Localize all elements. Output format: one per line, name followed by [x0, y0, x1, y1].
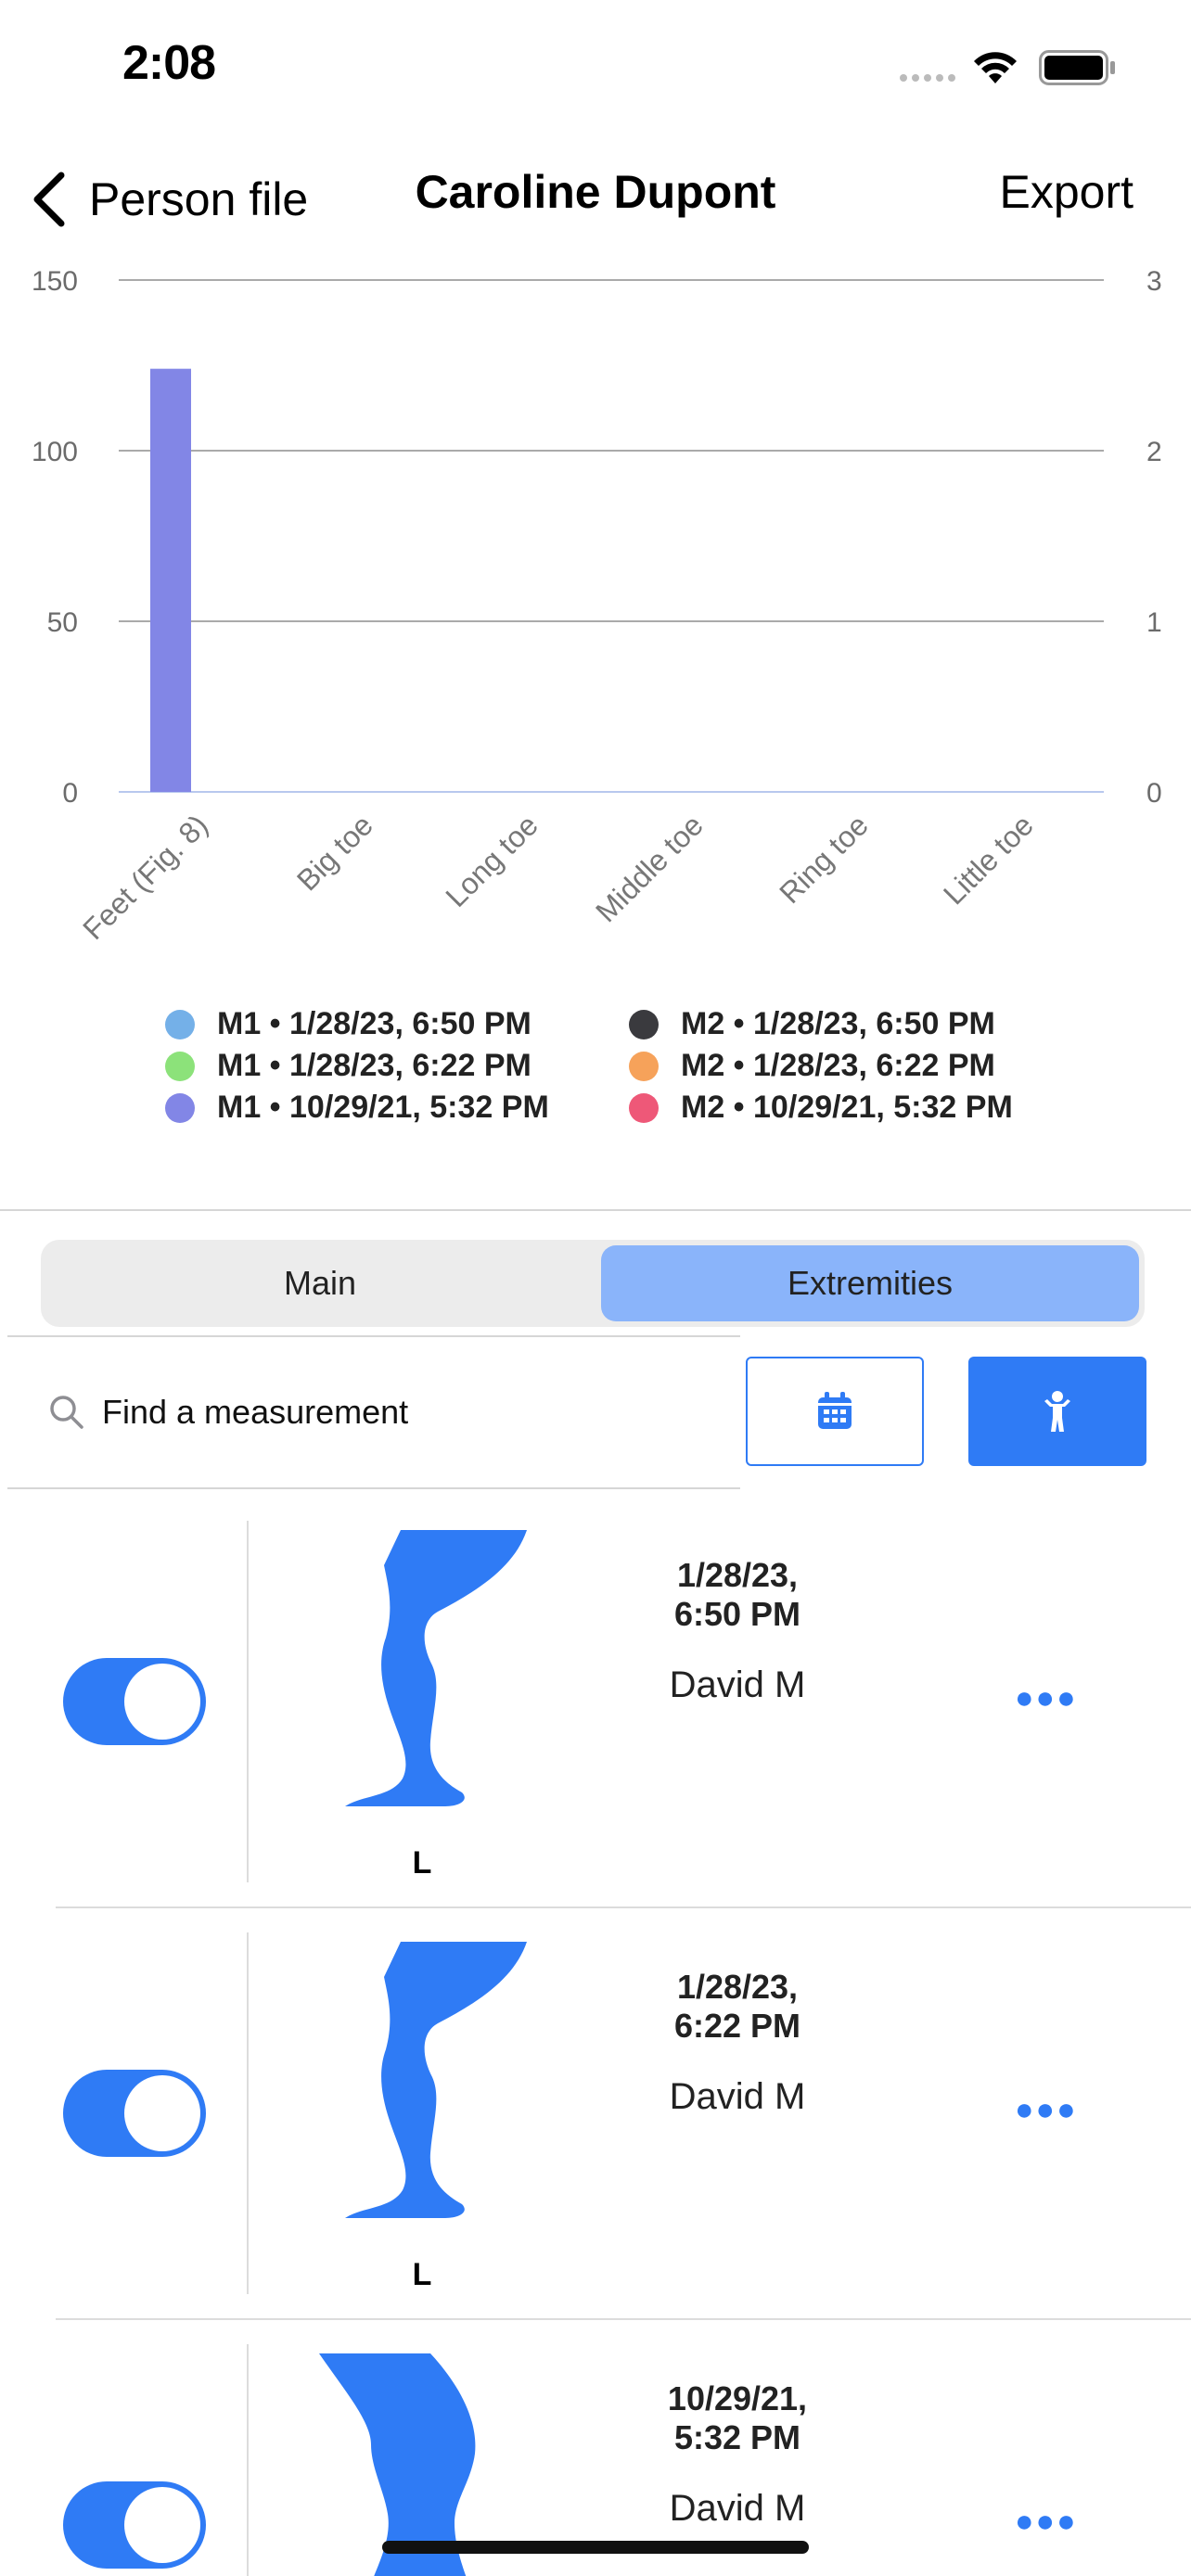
measurement-toggle[interactable]: [63, 2481, 206, 2569]
row-divider: [247, 1932, 249, 2294]
person-icon: [1044, 1391, 1070, 1432]
legend-swatch: [629, 1009, 659, 1039]
y-left-tick-label: 0: [62, 778, 78, 809]
measurement-date: 1/28/23, 6:22 PM: [673, 1968, 801, 2045]
legend-item: M2 • 10/29/21, 5:32 PM: [629, 1087, 1013, 1129]
legend-label: M1 • 10/29/21, 5:32 PM: [217, 1090, 549, 1125]
measurement-user: David M: [669, 2076, 806, 2117]
leg-diagram-icon: [345, 1530, 527, 1806]
side-label: L: [412, 1845, 432, 1881]
legend-swatch: [629, 1051, 659, 1081]
legend-swatch: [165, 1051, 195, 1081]
toggle-knob: [124, 2075, 200, 2151]
more-options-button[interactable]: ●●●: [1015, 2092, 1078, 2128]
measurement-user: David M: [669, 2488, 806, 2529]
measurement-toggle[interactable]: [63, 2070, 206, 2157]
list-item: L 1/28/23, 6:22 PM David M ●●●: [0, 1932, 1191, 2344]
measurement-date: 10/29/21, 5:32 PM: [667, 2379, 808, 2456]
leg-diagram-icon: [345, 1942, 527, 2218]
measurement-toggle[interactable]: [63, 1658, 206, 1745]
legend-column-left: M1 • 1/28/23, 6:50 PM M1 • 1/28/23, 6:22 …: [165, 1003, 549, 1129]
legend-swatch: [165, 1092, 195, 1123]
legend-item: M1 • 1/28/23, 6:22 PM: [165, 1045, 549, 1087]
bar: [150, 368, 191, 792]
legend-label: M1 • 1/28/23, 6:50 PM: [217, 1006, 531, 1041]
legend-item: M1 • 1/28/23, 6:50 PM: [165, 1003, 549, 1045]
cellular-signal-icon: [900, 74, 955, 82]
side-label: L: [412, 2257, 432, 2292]
y-right-tick-label: 2: [1146, 437, 1162, 467]
legend-label: M2 • 1/28/23, 6:50 PM: [681, 1006, 995, 1041]
tab-main[interactable]: Main: [46, 1245, 594, 1321]
calendar-icon: [818, 1392, 852, 1429]
row-separator: [56, 2318, 1191, 2320]
more-options-button[interactable]: ●●●: [1015, 1680, 1078, 1716]
y-right-tick-label: 0: [1146, 778, 1162, 809]
y-right-tick-label: 1: [1146, 607, 1162, 638]
list-item: L 1/28/23, 6:50 PM David M ●●●: [0, 1521, 1191, 1932]
measurement-date: 1/28/23, 6:50 PM: [673, 1556, 801, 1633]
search-placeholder: Find a measurement: [102, 1393, 409, 1431]
row-separator: [56, 1906, 1191, 1908]
wifi-icon: [974, 52, 1017, 83]
legend-swatch: [165, 1009, 195, 1039]
legend-item: M1 • 10/29/21, 5:32 PM: [165, 1087, 549, 1129]
legend-label: M2 • 10/29/21, 5:32 PM: [681, 1090, 1013, 1125]
extremities-bar-chart: 0 50 100 150 0 1 2 3 Feet (Fig. 8) Big toe Long t…: [32, 266, 1162, 946]
battery-icon: [1039, 50, 1115, 85]
segmented-control: Main Extremities: [41, 1240, 1145, 1327]
legend-column-right: M2 • 1/28/23, 6:50 PM M2 • 1/28/23, 6:22 …: [629, 1003, 1013, 1129]
tab-extremities[interactable]: Extremities: [601, 1245, 1139, 1321]
y-right-tick-label: 3: [1146, 266, 1162, 297]
x-category-label: Middle toe: [589, 808, 710, 928]
legend-label: M1 • 1/28/23, 6:22 PM: [217, 1048, 531, 1083]
section-divider: [0, 1209, 1191, 1211]
export-button[interactable]: Export: [999, 165, 1133, 219]
date-filter-button[interactable]: [746, 1357, 924, 1466]
x-category-label: Long toe: [439, 808, 544, 913]
x-category-label: Feet (Fig. 8): [76, 808, 214, 946]
row-divider: [247, 1521, 249, 1882]
toggle-knob: [124, 1664, 200, 1740]
search-field[interactable]: Find a measurement: [7, 1335, 740, 1489]
body-view-button[interactable]: [968, 1357, 1146, 1466]
home-indicator: [382, 2541, 809, 2554]
search-icon: [50, 1396, 83, 1429]
toggle-knob: [124, 2487, 200, 2563]
x-category-label: Ring toe: [773, 808, 875, 910]
more-options-button[interactable]: ●●●: [1015, 2504, 1078, 2540]
legend-item: M2 • 1/28/23, 6:22 PM: [629, 1045, 1013, 1087]
row-divider: [247, 2344, 249, 2576]
legend-label: M2 • 1/28/23, 6:22 PM: [681, 1048, 995, 1083]
y-left-tick-label: 150: [32, 266, 78, 297]
y-left-tick-label: 100: [32, 437, 78, 467]
y-left-tick-label: 50: [47, 607, 78, 638]
measurement-user: David M: [669, 1664, 806, 1705]
x-category-label: Big toe: [290, 808, 379, 897]
chart-legend: M1 • 1/28/23, 6:50 PM M1 • 1/28/23, 6:22 …: [165, 1003, 1093, 1133]
status-time: 2:08: [122, 36, 216, 90]
legend-swatch: [629, 1092, 659, 1123]
legend-item: M2 • 1/28/23, 6:50 PM: [629, 1003, 1013, 1045]
x-category-label: Little toe: [937, 808, 1040, 911]
